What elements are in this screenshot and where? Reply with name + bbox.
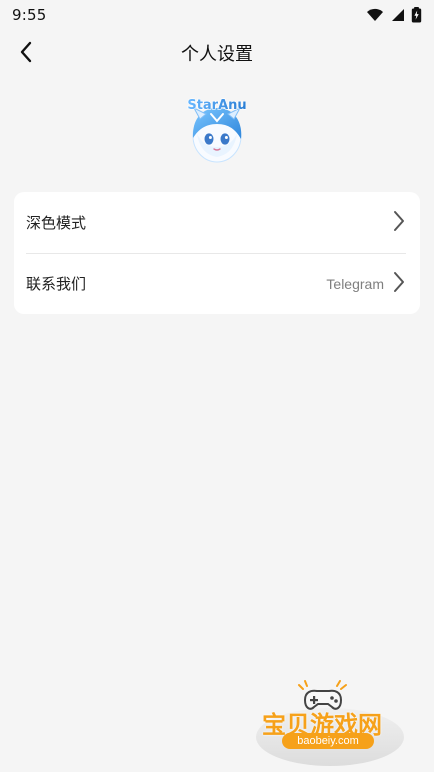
page-title: 个人设置 bbox=[181, 44, 253, 65]
watermark-text: 宝贝游戏网 bbox=[262, 711, 382, 739]
avatar-title-text: StarAnu bbox=[187, 98, 246, 113]
avatar[interactable]: StarAnu bbox=[180, 96, 254, 170]
anime-avatar-image: StarAnu bbox=[187, 97, 247, 163]
settings-card: 深色模式 联系我们 Telegram bbox=[14, 192, 420, 314]
page-header: 个人设置 bbox=[0, 30, 434, 76]
battery-charging-icon bbox=[411, 7, 422, 23]
dark-mode-row[interactable]: 深色模式 bbox=[14, 192, 420, 253]
back-button[interactable] bbox=[10, 38, 42, 70]
chevron-right-icon bbox=[392, 209, 406, 237]
watermark: 宝贝游戏网 baobeiy.com bbox=[254, 678, 414, 770]
dark-mode-label: 深色模式 bbox=[26, 214, 87, 232]
wifi-icon bbox=[366, 8, 384, 22]
gamepad-icon bbox=[298, 680, 347, 710]
watermark-domain: baobeiy.com bbox=[282, 733, 374, 749]
contact-us-value: Telegram bbox=[326, 275, 384, 292]
status-bar: 9:55 bbox=[0, 0, 434, 30]
dark-mode-right bbox=[384, 209, 406, 237]
signal-icon bbox=[390, 8, 405, 22]
status-time: 9:55 bbox=[12, 6, 47, 24]
contact-us-right: Telegram bbox=[326, 270, 406, 298]
contact-us-label: 联系我们 bbox=[26, 275, 87, 293]
status-icons bbox=[366, 7, 422, 23]
watermark-background bbox=[256, 708, 404, 766]
contact-us-row[interactable]: 联系我们 Telegram bbox=[14, 253, 420, 314]
chevron-right-icon bbox=[392, 270, 406, 298]
chevron-left-icon bbox=[17, 40, 35, 68]
